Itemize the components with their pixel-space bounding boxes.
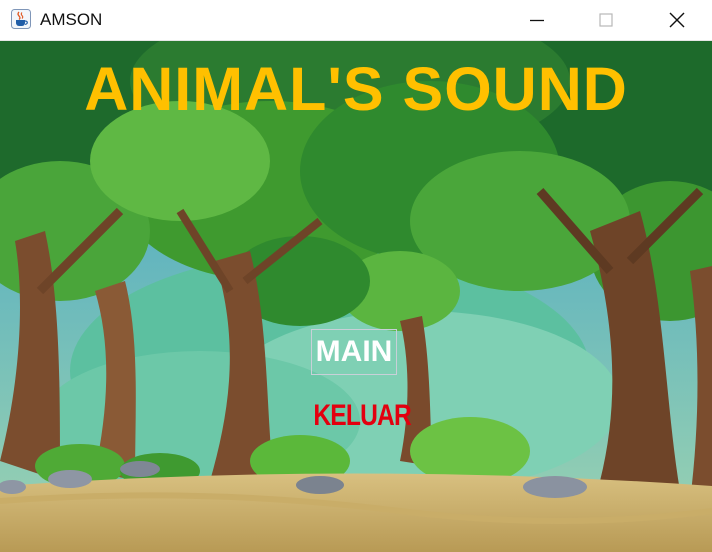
- minimize-button[interactable]: [514, 0, 560, 40]
- game-panel: ANIMAL'S SOUND MAIN KELUAR: [0, 41, 712, 552]
- close-icon: [669, 12, 685, 28]
- minimize-icon: [530, 19, 544, 22]
- maximize-button[interactable]: [583, 0, 629, 40]
- maximize-icon: [599, 13, 613, 27]
- app-window: AMSON ANIMAL'S SOUND MAIN KELUAR: [0, 0, 712, 552]
- title-bar[interactable]: AMSON: [0, 0, 712, 41]
- exit-button[interactable]: KELUAR: [313, 398, 411, 434]
- game-title: ANIMAL'S SOUND: [84, 55, 628, 123]
- window-title: AMSON: [40, 10, 103, 29]
- java-cup-icon: [11, 9, 31, 29]
- close-button[interactable]: [654, 0, 700, 40]
- main-button[interactable]: MAIN: [311, 329, 397, 375]
